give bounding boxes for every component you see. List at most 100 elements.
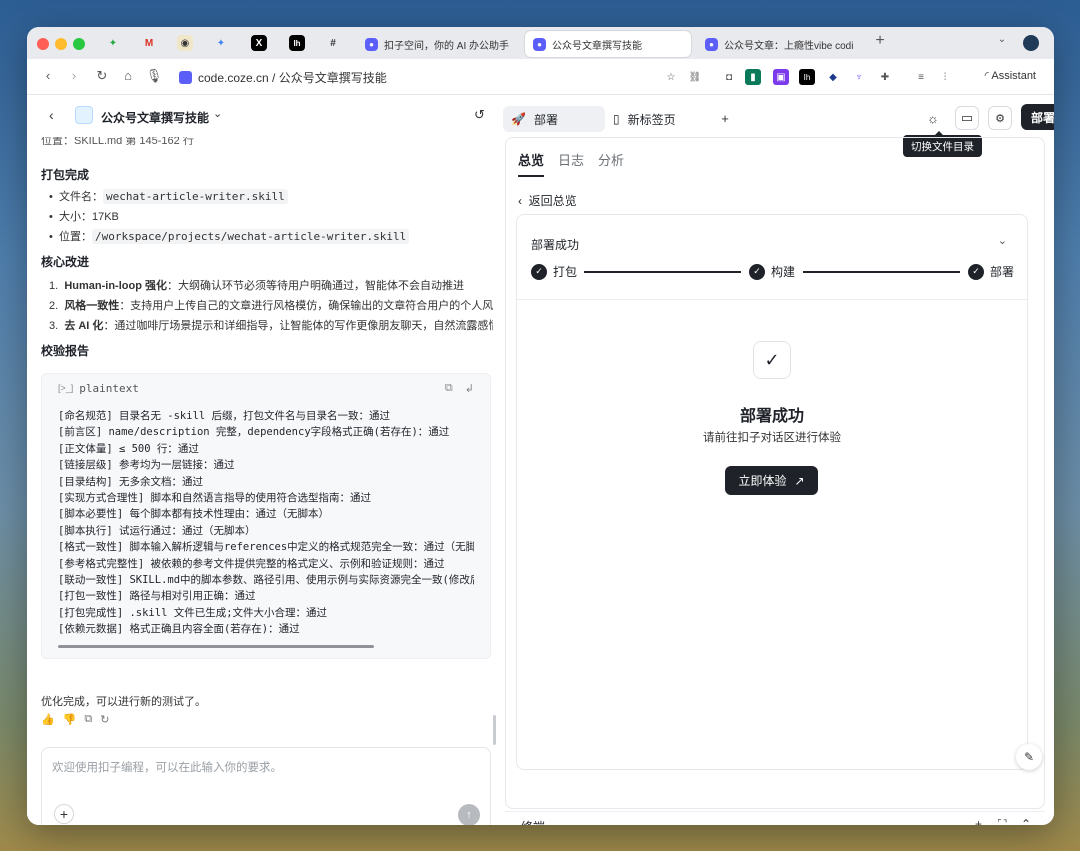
- tab-article[interactable]: ● 公众号文章：上瘾性vibe codi: [697, 31, 857, 57]
- project-icon: [75, 106, 93, 124]
- tab-newtab[interactable]: ▯ 新标签页: [605, 106, 705, 132]
- deploy-button[interactable]: 部署: [1021, 104, 1054, 130]
- assistant-label: Assistant: [991, 70, 1036, 82]
- item-value: 17KB: [91, 211, 119, 223]
- success-subtitle: 请前往扣子对话区进行体验: [703, 432, 841, 444]
- plus-icon[interactable]: +: [975, 817, 982, 825]
- check-icon: ✓: [531, 263, 547, 280]
- copy-icon[interactable]: ⧉: [445, 382, 453, 395]
- assistant-button[interactable]: ◜ Assistant: [985, 69, 1036, 82]
- project-title[interactable]: 公众号文章撰写技能: [101, 109, 209, 126]
- card-title: 部署成功: [531, 238, 580, 252]
- tab-deploy[interactable]: 🚀 部署: [503, 106, 605, 132]
- code-line: [格式一致性] 脚本输入解析逻辑与references中定义的格式规范完全一致：…: [58, 541, 474, 554]
- chat-assistant-icon[interactable]: ✎: [1016, 744, 1042, 770]
- chevron-down-icon[interactable]: ⌄: [993, 34, 1011, 45]
- back-overview-link[interactable]: ‹ 返回总览: [518, 192, 577, 209]
- try-now-label: 立即体验: [738, 474, 787, 488]
- bookmark-star-icon[interactable]: ☆: [663, 69, 679, 85]
- extension-icon[interactable]: ◆: [825, 69, 841, 85]
- folder-icon[interactable]: ▭: [955, 106, 979, 130]
- back-overview-label: 返回总览: [528, 194, 577, 208]
- home-icon[interactable]: ⌂: [119, 68, 137, 83]
- send-button[interactable]: ↑: [458, 804, 480, 825]
- thumbs-up-icon[interactable]: 👍: [41, 713, 55, 726]
- step-label: 部署: [990, 265, 1015, 279]
- x-icon[interactable]: X: [251, 35, 267, 51]
- wrap-icon[interactable]: ↲: [465, 382, 474, 395]
- step-connector: [803, 271, 960, 273]
- back-icon[interactable]: ‹: [39, 68, 57, 83]
- sun-icon[interactable]: ☼: [921, 106, 945, 130]
- close-window-button[interactable]: [37, 38, 49, 50]
- minimize-window-button[interactable]: [55, 38, 67, 50]
- address-bar: ‹ › ↻ ⌂ 🎙 code.coze.cn / 公众号文章撰写技能 ☆ ⛓ ◘…: [27, 59, 1054, 95]
- item-text: ：大纲确认环节必须等待用户明确通过，智能体不会自动推进: [166, 280, 464, 292]
- success-title: 部署成功: [739, 408, 804, 425]
- vertical-scrollbar[interactable]: [493, 715, 496, 745]
- settings-sliders-icon[interactable]: ⚙: [988, 106, 1012, 130]
- pinned-tab-icon[interactable]: #: [325, 35, 341, 51]
- item-bold: Human-in-loop 强化: [64, 280, 167, 292]
- success-check-icon: ✓: [753, 341, 791, 379]
- audio-icon[interactable]: ⫶: [937, 69, 953, 85]
- tab-coze-space[interactable]: ● 扣子空间，你的 AI 办公助手: [357, 31, 513, 57]
- add-tab-button[interactable]: +: [713, 106, 737, 130]
- history-icon[interactable]: ↺: [474, 107, 485, 123]
- subtab-overview[interactable]: 总览: [518, 150, 545, 177]
- item-bold: 风格一致性: [64, 300, 120, 312]
- microphone-icon[interactable]: 🎙: [145, 68, 163, 84]
- back-icon[interactable]: ‹: [49, 107, 54, 123]
- tab-label: 新标签页: [627, 112, 676, 127]
- extension-icon[interactable]: ▮: [745, 69, 761, 85]
- pinned-tab-icon[interactable]: ◉: [177, 35, 193, 51]
- item-label: 大小：: [58, 211, 92, 223]
- url-text: code.coze.cn / 公众号文章撰写技能: [198, 71, 387, 85]
- arrow-up-right-icon: ↗: [794, 473, 805, 488]
- chat-input[interactable]: [52, 758, 472, 778]
- tab-label: 扣子空间，你的 AI 办公助手: [384, 40, 510, 52]
- coze-icon: ●: [365, 37, 378, 51]
- copy-icon[interactable]: ⧉: [84, 713, 92, 726]
- tab-skill[interactable]: ● 公众号文章撰写技能: [525, 31, 691, 57]
- list-item: • 位置：/workspace/projects/wechat-article-…: [49, 228, 410, 244]
- subtab-analytics[interactable]: 分析: [598, 150, 624, 169]
- horizontal-scrollbar[interactable]: [58, 645, 374, 648]
- gemini-icon[interactable]: ✦: [213, 35, 229, 51]
- item-label: 文件名：: [58, 191, 103, 203]
- step-label: 打包: [553, 265, 578, 279]
- browser-window: ✦ M ◉ ✦ X Ih # ● 扣子空间，你的 AI 办公助手 ● 公众号文章…: [27, 27, 1054, 825]
- pinned-tab-icon[interactable]: Ih: [289, 35, 305, 51]
- extension-icon[interactable]: ▣: [773, 69, 789, 85]
- subtab-logs[interactable]: 日志: [558, 150, 584, 169]
- forward-icon[interactable]: ›: [65, 68, 83, 83]
- regenerate-icon[interactable]: ↻: [100, 713, 109, 726]
- chevron-down-icon[interactable]: ⌄: [998, 234, 1007, 247]
- item-number: 3.: [49, 320, 59, 332]
- tab-strip: ✦ M ◉ ✦ X Ih # ● 扣子空间，你的 AI 办公助手 ● 公众号文章…: [27, 27, 1054, 59]
- profile-avatar[interactable]: [1023, 35, 1039, 51]
- truncated-line: 位置：SKILL.md 第 145-162 行: [41, 137, 194, 145]
- chevron-down-icon[interactable]: ⌄: [213, 107, 222, 120]
- extension-icon[interactable]: ♆: [851, 69, 867, 85]
- chat-composer: + ↑: [41, 747, 491, 825]
- gmail-icon[interactable]: M: [141, 35, 157, 51]
- camera-icon[interactable]: ◘: [721, 69, 737, 85]
- link-icon[interactable]: ⛓: [687, 69, 703, 85]
- extension-icon[interactable]: Ih: [799, 69, 815, 85]
- maximize-window-button[interactable]: [73, 38, 85, 50]
- code-line: [联动一致性] SKILL.md中的脚本参数、路径引用、使用示例与实际资源完全一…: [58, 574, 474, 587]
- fullscreen-icon[interactable]: ⛶: [998, 817, 1006, 825]
- thumbs-down-icon[interactable]: 👎: [63, 713, 77, 726]
- url-field[interactable]: code.coze.cn / 公众号文章撰写技能: [179, 69, 387, 86]
- try-now-button[interactable]: 立即体验 ↗: [725, 466, 818, 495]
- reload-icon[interactable]: ↻: [93, 68, 111, 84]
- chevron-up-icon[interactable]: ⌃: [1021, 817, 1031, 825]
- menu-icon[interactable]: ≡: [913, 69, 929, 85]
- pinned-tab-icon[interactable]: ✦: [105, 35, 121, 51]
- add-attachment-button[interactable]: +: [54, 804, 74, 824]
- terminal-bar[interactable]: 终端 + ⛶ ⌃: [505, 811, 1045, 825]
- new-tab-button[interactable]: +: [871, 32, 889, 50]
- list-item: 2. 风格一致性：支持用户上传自己的文章进行风格模仿，确保输出的文章符合用户的个…: [49, 297, 493, 313]
- puzzle-icon[interactable]: ✚: [877, 69, 893, 85]
